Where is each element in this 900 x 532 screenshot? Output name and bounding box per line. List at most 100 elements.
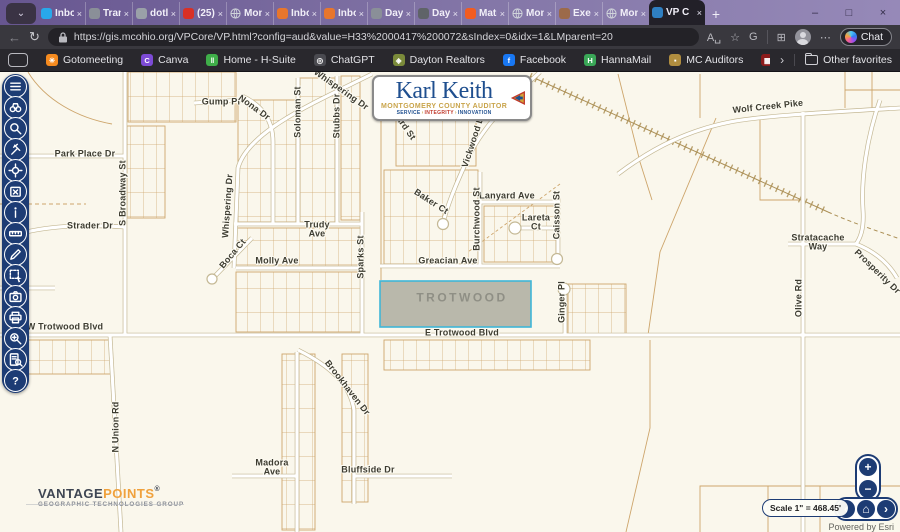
tab-matr[interactable]: Matr× — [461, 2, 508, 25]
bookmarks-overflow-chevron[interactable]: › — [774, 53, 790, 67]
tab-close-icon[interactable]: × — [312, 9, 317, 19]
tab-inbox[interactable]: Inbox× — [38, 2, 85, 25]
tab-close-icon[interactable]: × — [359, 9, 364, 19]
tab-close-icon[interactable]: × — [594, 9, 599, 19]
map-canvas[interactable]: Gump PlNona DrSoloman StWhispering DrStu… — [0, 72, 900, 532]
toolbar-binoculars-find-button[interactable] — [4, 96, 27, 119]
collections-icon[interactable]: ⊞ — [777, 31, 786, 44]
toolbar-search-button[interactable] — [4, 117, 27, 140]
bookmark-favicon: H — [584, 54, 596, 66]
tab-exec[interactable]: Exec× — [555, 2, 602, 25]
read-aloud-icon[interactable]: A␣ — [707, 31, 721, 44]
tab-close-icon[interactable]: × — [406, 9, 411, 19]
toolbar-measure-button[interactable] — [4, 222, 27, 245]
toolbar-tools-button[interactable] — [4, 138, 27, 161]
tab-vp-c[interactable]: VP C × — [649, 0, 705, 25]
toolbar-menu-button[interactable] — [4, 75, 27, 98]
bookmark-favicon: ◈ — [393, 54, 405, 66]
draw-icon — [8, 247, 23, 262]
new-tab-button[interactable]: + — [705, 3, 727, 25]
search-icon — [8, 121, 23, 136]
settings-more-icon[interactable]: ⋯ — [820, 31, 831, 44]
sidebar-toggle-icon[interactable] — [8, 53, 28, 67]
close-button[interactable]: × — [866, 0, 900, 25]
bookmark-hannamail[interactable]: HHannaMail — [576, 54, 659, 66]
auditor-subtitle: MONTGOMERY COUNTY AUDITOR — [381, 103, 507, 110]
back-icon[interactable]: ← — [8, 30, 21, 45]
bookmark-label: Canva — [158, 54, 188, 66]
tab-close-icon[interactable]: × — [500, 9, 505, 19]
tab-mon[interactable]: Mon× — [602, 2, 649, 25]
window-controls: – □ × — [798, 0, 900, 25]
bookmark-canva[interactable]: CCanva — [133, 54, 196, 66]
print-icon — [8, 310, 23, 325]
tab-favicon — [183, 8, 194, 19]
tab-close-icon[interactable]: × — [265, 9, 270, 19]
tab-close-icon[interactable]: × — [171, 9, 176, 19]
vantagepoints-logo: VANTAGEPOINTS® GEOGRAPHIC TECHNOLOGIES G… — [38, 486, 184, 508]
tab-inbo[interactable]: Inbo× — [320, 2, 367, 25]
toolbar-select-button[interactable] — [4, 264, 27, 287]
tab-dotlo[interactable]: dotlo× — [132, 2, 179, 25]
tab-trans[interactable]: Trans× — [85, 2, 132, 25]
zoom-controls: + − — [855, 454, 881, 502]
tab-mon[interactable]: Mon× — [508, 2, 555, 25]
copilot-chat-button[interactable]: Chat — [840, 28, 892, 46]
bookmark-label: MC Auditors — [686, 54, 743, 66]
home-extent-button[interactable]: ⌂ — [857, 500, 875, 518]
bookmark-mt-calvary-dayton[interactable]: ▦Mt Calvary Dayton... — [753, 54, 770, 66]
maximize-button[interactable]: □ — [832, 0, 866, 25]
url-field[interactable]: https://gis.mcohio.org/VPCore/VP.html?co… — [48, 28, 699, 46]
bookmark-gotomeeting[interactable]: ✳Gotomeeting — [38, 54, 131, 66]
tools-icon — [8, 142, 23, 157]
tab-dayt[interactable]: Dayt× — [367, 2, 414, 25]
url-text: https://gis.mcohio.org/VPCore/VP.html?co… — [74, 31, 689, 43]
street-label-caisson-st: Caisson St — [552, 191, 561, 240]
tab-close-icon[interactable]: × — [697, 8, 702, 18]
folder-icon — [805, 55, 818, 65]
bookmark-facebook[interactable]: fFacebook — [495, 54, 574, 66]
tab-mon[interactable]: Mon× — [226, 2, 273, 25]
bookmark-chatgpt[interactable]: ◎ChatGPT — [306, 54, 383, 66]
toolbar-draw-button[interactable] — [4, 243, 27, 266]
refresh-icon[interactable]: ↻ — [29, 29, 40, 45]
toolbar-help-button[interactable]: ? — [4, 369, 27, 392]
tab-title: Mon — [620, 8, 638, 19]
locate-icon — [8, 163, 23, 178]
tab-25[interactable]: (25)× — [179, 2, 226, 25]
toolbar-screenshot-button[interactable] — [4, 285, 27, 308]
tab-favicon — [418, 8, 429, 19]
toolbar-record-search-button[interactable] — [4, 348, 27, 371]
tab-search-button[interactable]: ⌄ — [6, 3, 36, 24]
tab-title: Inbox — [55, 8, 74, 19]
scale-indicator: Scale 1" = 468.45' — [762, 499, 849, 517]
tab-close-icon[interactable]: × — [547, 9, 552, 19]
tab-dayt[interactable]: Dayt× — [414, 2, 461, 25]
bookmark-dayton-realtors[interactable]: ◈Dayton Realtors — [385, 54, 493, 66]
toolbar-info-button[interactable] — [4, 201, 27, 224]
next-extent-button[interactable]: › — [877, 500, 895, 518]
tab-close-icon[interactable]: × — [641, 9, 646, 19]
toolbar-locate-button[interactable] — [4, 159, 27, 182]
extension-icon[interactable]: G — [749, 31, 758, 43]
minimize-button[interactable]: – — [798, 0, 832, 25]
tab-close-icon[interactable]: × — [453, 9, 458, 19]
bookmark-label: ChatGPT — [331, 54, 375, 66]
tab-close-icon[interactable]: × — [77, 9, 82, 19]
toolbar-print-button[interactable] — [4, 306, 27, 329]
other-favorites-button[interactable]: Other favorites — [794, 54, 892, 66]
favorite-star-icon[interactable]: ☆ — [730, 31, 740, 44]
bookmark-mc-auditors[interactable]: ▪MC Auditors — [661, 54, 751, 66]
toolbar-delete-graphics-button[interactable] — [4, 180, 27, 203]
tab-close-icon[interactable]: × — [124, 9, 129, 19]
tab-title: VP C — [666, 7, 689, 18]
street-label-molly-ave: Molly Ave — [255, 256, 298, 265]
zoom-in-button[interactable]: + — [859, 458, 877, 476]
tab-close-icon[interactable]: × — [218, 9, 223, 19]
tab-inbox[interactable]: Inbox× — [273, 2, 320, 25]
tab-favicon — [371, 8, 382, 19]
toolbar-identify-button[interactable] — [4, 327, 27, 350]
zoom-out-button[interactable]: − — [859, 480, 877, 498]
profile-avatar[interactable] — [795, 29, 811, 45]
bookmark-home-h-suite[interactable]: ‖Home - H-Suite — [198, 54, 303, 66]
